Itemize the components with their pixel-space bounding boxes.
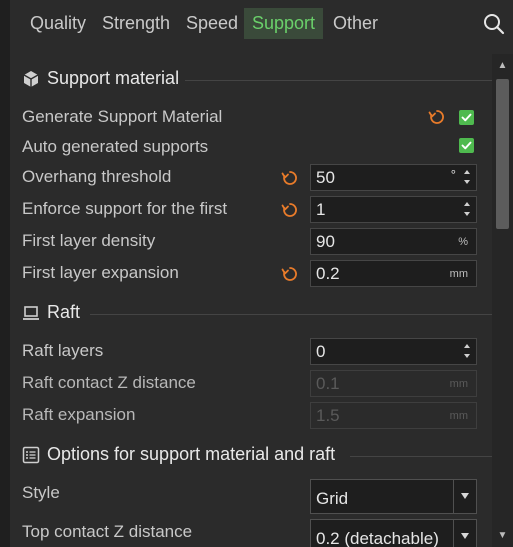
chevron-down-icon[interactable] xyxy=(453,520,476,547)
section-title: Support material xyxy=(47,68,180,88)
section-support-material: Support material xyxy=(10,64,492,94)
generate-support-label: Generate Support Material xyxy=(22,107,223,126)
first-layer-density-label: First layer density xyxy=(22,231,156,250)
row-first-layer-expansion: First layer expansion 0.2 mm xyxy=(10,259,492,289)
settings-panel: Support material Generate Support Materi… xyxy=(10,54,492,547)
section-title: Options for support material and raft xyxy=(47,444,336,464)
divider xyxy=(350,456,492,457)
unit-label: % xyxy=(458,236,468,248)
overhang-threshold-input[interactable]: 50 ° xyxy=(310,164,477,191)
unit-label: ° xyxy=(450,167,456,182)
first-layer-density-input[interactable]: 90 % xyxy=(310,228,477,255)
row-raft-layers: Raft layers 0 xyxy=(10,337,492,367)
tab-speed[interactable]: Speed xyxy=(178,8,246,39)
tab-other[interactable]: Other xyxy=(325,8,386,39)
row-first-layer-density: First layer density 90 % xyxy=(10,227,492,257)
enforce-support-label: Enforce support for the first xyxy=(22,199,228,218)
section-raft: Raft xyxy=(10,298,492,328)
chevron-down-icon[interactable] xyxy=(453,480,476,513)
raft-expansion-label: Raft expansion xyxy=(22,405,136,424)
row-generate-support: Generate Support Material xyxy=(10,103,492,133)
row-top-contact-z: Top contact Z distance 0.2 (detachable) xyxy=(10,519,492,547)
row-enforce-support: Enforce support for the first 1 xyxy=(10,195,492,225)
enforce-support-input[interactable]: 1 xyxy=(310,196,477,223)
scroll-down-arrow-icon[interactable]: ▼ xyxy=(492,526,513,546)
spin-buttons[interactable] xyxy=(464,343,472,360)
row-auto-supports: Auto generated supports xyxy=(10,133,492,163)
spin-buttons[interactable] xyxy=(464,169,472,186)
row-style: Style Grid xyxy=(10,479,492,517)
style-select[interactable]: Grid xyxy=(310,479,477,514)
vertical-scrollbar[interactable]: ▲ ▼ xyxy=(492,54,513,547)
raft-icon xyxy=(22,304,40,322)
reset-icon[interactable] xyxy=(281,265,299,283)
unit-label: mm xyxy=(449,410,468,422)
raft-expansion-value: 1.5 xyxy=(316,406,340,425)
first-layer-expansion-label: First layer expansion xyxy=(22,263,179,282)
first-layer-density-value: 90 xyxy=(316,232,335,251)
row-raft-expansion: Raft expansion 1.5 mm xyxy=(10,401,492,431)
top-contact-z-select[interactable]: 0.2 (detachable) xyxy=(310,519,477,547)
unit-label: mm xyxy=(449,378,468,390)
divider xyxy=(185,80,492,81)
raft-contact-z-input: 0.1 mm xyxy=(310,370,477,397)
first-layer-expansion-value: 0.2 xyxy=(316,264,340,283)
reset-icon[interactable] xyxy=(281,201,299,219)
raft-layers-value: 0 xyxy=(316,342,326,361)
raft-layers-input[interactable]: 0 xyxy=(310,338,477,365)
scroll-up-arrow-icon[interactable]: ▲ xyxy=(492,56,513,76)
row-raft-contact-z: Raft contact Z distance 0.1 mm xyxy=(10,369,492,399)
reset-icon[interactable] xyxy=(428,108,446,126)
spin-buttons[interactable] xyxy=(464,201,472,218)
row-overhang-threshold: Overhang threshold 50 ° xyxy=(10,163,492,193)
overhang-threshold-label: Overhang threshold xyxy=(22,167,172,186)
tab-strength[interactable]: Strength xyxy=(94,8,178,39)
section-options: Options for support material and raft xyxy=(10,440,492,470)
enforce-support-value: 1 xyxy=(316,200,326,219)
style-label: Style xyxy=(22,483,60,502)
section-title: Raft xyxy=(47,302,81,322)
search-icon[interactable] xyxy=(481,11,507,37)
tab-quality[interactable]: Quality xyxy=(22,8,94,39)
list-icon xyxy=(22,446,40,464)
raft-expansion-input: 1.5 mm xyxy=(310,402,477,429)
style-value: Grid xyxy=(316,489,349,508)
unit-label: mm xyxy=(449,268,468,280)
divider xyxy=(90,314,492,315)
first-layer-expansion-input[interactable]: 0.2 mm xyxy=(310,260,477,287)
cube-icon xyxy=(22,70,40,88)
top-contact-z-label: Top contact Z distance xyxy=(22,522,193,541)
reset-icon[interactable] xyxy=(281,169,299,187)
top-contact-z-value: 0.2 (detachable) xyxy=(316,529,439,547)
generate-support-checkbox[interactable] xyxy=(459,110,474,125)
left-edge xyxy=(0,0,10,547)
scrollbar-thumb[interactable] xyxy=(496,79,509,229)
overhang-threshold-value: 50 xyxy=(316,168,335,187)
auto-supports-label: Auto generated supports xyxy=(22,137,209,156)
raft-contact-z-label: Raft contact Z distance xyxy=(22,373,196,392)
auto-supports-checkbox[interactable] xyxy=(459,138,474,153)
tab-bar: Quality Strength Speed Support Other xyxy=(10,0,513,46)
tab-support[interactable]: Support xyxy=(244,8,324,39)
raft-layers-label: Raft layers xyxy=(22,341,104,360)
raft-contact-z-value: 0.1 xyxy=(316,374,340,393)
